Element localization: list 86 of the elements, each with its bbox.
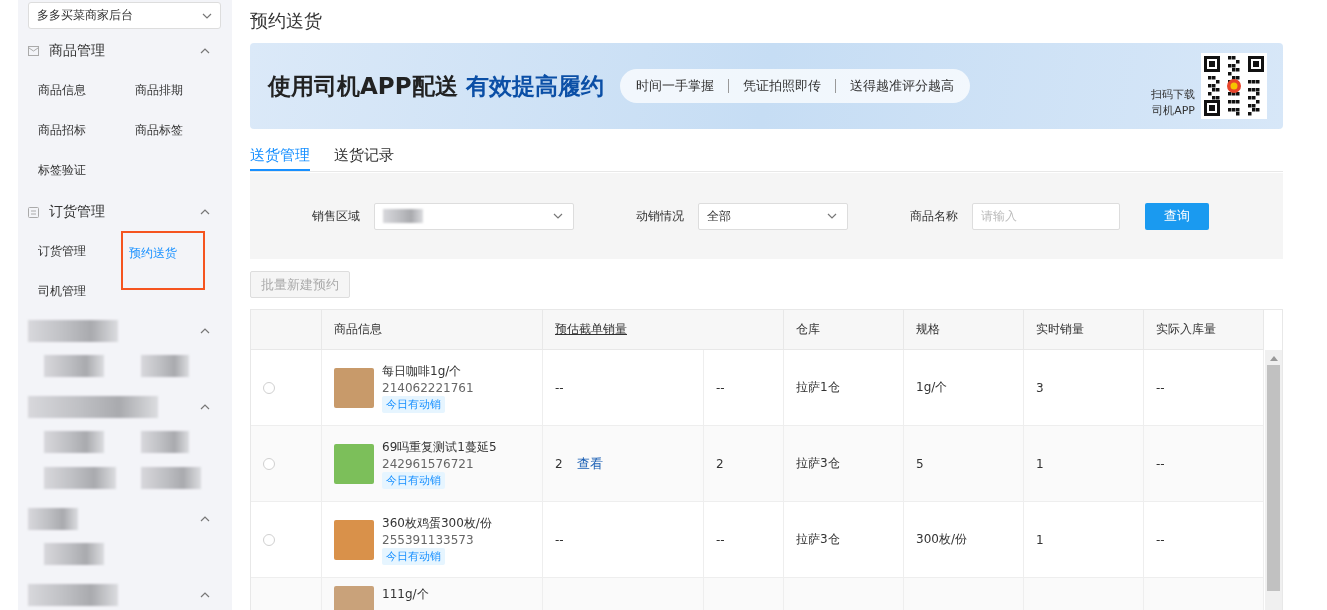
table-cell: 2	[704, 426, 784, 502]
table-cell: 拉萨3仓	[784, 426, 904, 502]
table-cell: 300枚/份	[904, 502, 1024, 578]
qr-caption: 司机APP	[1152, 103, 1195, 119]
qr-code-icon	[1201, 53, 1267, 119]
sidebar-item[interactable]: 商品招标	[28, 110, 125, 150]
tab[interactable]: 送货记录	[334, 141, 394, 171]
chevron-up-icon[interactable]	[200, 48, 210, 54]
sidebar-item[interactable]: 商品标签	[125, 110, 222, 150]
table-cell: --	[1144, 350, 1264, 426]
chevron-up-icon[interactable]	[200, 592, 210, 598]
product-name-input[interactable]: 请输入	[972, 202, 1120, 230]
chevron-down-icon[interactable]	[827, 213, 837, 219]
column-header: 实时销量	[1024, 310, 1144, 350]
filter-label: 销售区域	[312, 207, 360, 225]
table-cell: 1g/个	[904, 350, 1024, 426]
table-cell: --	[1144, 426, 1264, 502]
sidebar-item[interactable]: 商品信息	[28, 70, 125, 110]
table-cell: 拉萨3仓	[784, 502, 904, 578]
table-cell: --	[543, 350, 704, 426]
sidebar-item[interactable]: 订货管理	[28, 231, 125, 271]
product-name: 360枚鸡蛋300枚/份	[382, 514, 492, 532]
table-cell: --	[704, 502, 784, 578]
feature-text: 凭证拍照即传	[742, 77, 821, 95]
sales-tag: 今日有动销	[382, 395, 445, 413]
banner-headline: 使用司机APP配送 有效提高履约	[268, 71, 604, 101]
menu-group-title[interactable]: 订货管理	[49, 203, 200, 221]
mail-icon	[28, 46, 39, 56]
page-title: 预约送货	[250, 9, 323, 33]
blurred-placeholder	[28, 508, 78, 530]
blurred-placeholder	[44, 355, 104, 377]
table-cell: 拉萨1仓	[784, 350, 904, 426]
blurred-placeholder	[141, 467, 201, 489]
forecast-value: 2	[555, 456, 563, 471]
blurred-placeholder	[44, 431, 104, 453]
feature-text: 时间一手掌握	[635, 77, 714, 95]
blurred-placeholder	[141, 431, 189, 453]
blurred-placeholder	[44, 543, 104, 565]
view-link[interactable]: 查看	[576, 454, 603, 473]
photo-placeholder	[334, 443, 374, 484]
product-id: 255391133573	[382, 532, 475, 547]
sales-tag: 今日有动销	[382, 547, 445, 565]
filter-label: 商品名称	[910, 207, 958, 225]
chevron-up-icon[interactable]	[200, 328, 210, 334]
table-cell: --	[543, 502, 704, 578]
table-cell: 5	[904, 426, 1024, 502]
table-cell: 1	[1024, 502, 1144, 578]
product-id: 214062221761	[382, 380, 474, 395]
chevron-down-icon[interactable]	[202, 12, 212, 19]
list-icon	[28, 206, 39, 218]
product-id: 242961576721	[382, 456, 475, 471]
scrollbar[interactable]	[1265, 350, 1282, 610]
chevron-up-icon[interactable]	[200, 209, 210, 215]
column-header: 仓库	[784, 310, 904, 350]
product-name: 每日咖啡1g/个	[382, 362, 463, 380]
product-name: 111g/个	[382, 586, 429, 603]
store-select[interactable]: 多多买菜商家后台	[28, 2, 221, 29]
table-cell: --	[1144, 502, 1264, 578]
menu-group-title[interactable]: 商品管理	[49, 42, 200, 60]
chevron-up-icon[interactable]	[200, 404, 210, 410]
table-cell: 3	[1024, 350, 1144, 426]
column-header: 规格	[904, 310, 1024, 350]
sidebar-item[interactable]: 标签验证	[28, 150, 125, 190]
column-header[interactable]: 预估截单销量	[543, 310, 784, 350]
sidebar-item[interactable]: 司机管理	[28, 271, 125, 311]
filter-label: 动销情况	[636, 207, 684, 225]
blurred-placeholder	[141, 355, 189, 377]
column-header: 实际入库量	[1144, 310, 1264, 350]
chevron-up-icon[interactable]	[200, 516, 210, 522]
table-cell: 1	[1024, 426, 1144, 502]
scroll-up-icon[interactable]	[1269, 356, 1278, 361]
row-radio[interactable]	[263, 533, 275, 546]
column-header: 商品信息	[322, 310, 543, 350]
row-radio[interactable]	[263, 457, 275, 470]
status-select[interactable]: 全部	[698, 202, 848, 230]
sales-tag: 今日有动销	[382, 471, 445, 489]
product-name: 69吗重复测试1蔓延5	[382, 438, 497, 456]
photo-placeholder	[334, 519, 374, 560]
table-cell: --	[704, 350, 784, 426]
sidebar-item[interactable]: 商品排期	[125, 70, 222, 110]
feature-text: 送得越准评分越高	[849, 77, 954, 95]
blurred-placeholder	[44, 467, 116, 489]
photo-placeholder	[334, 367, 374, 408]
chevron-down-icon[interactable]	[553, 213, 563, 219]
qr-caption: 扫码下载	[1151, 87, 1195, 103]
row-radio[interactable]	[263, 381, 275, 394]
